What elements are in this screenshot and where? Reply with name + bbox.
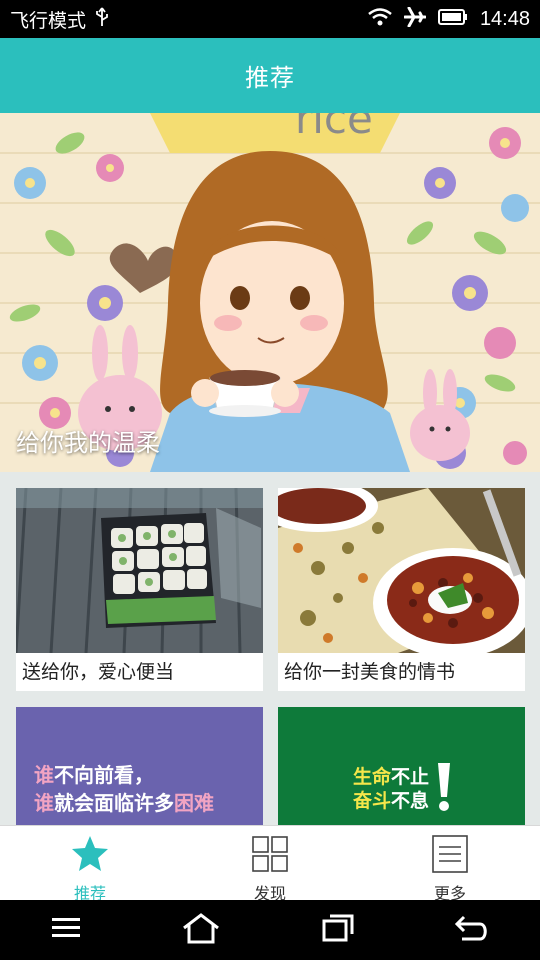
clock: 14:48 [479,7,530,30]
tab-discover[interactable]: 发现 [180,826,360,903]
exclamation-mark [438,763,450,811]
usb-icon [94,6,110,32]
battery-icon [437,8,468,30]
airplane-mode-label: 飞行模式 [10,9,87,32]
card-quote[interactable]: 谁不向前看， 谁就会面临许多困难 [16,707,263,825]
grid-icon [250,834,290,878]
menu-icon[interactable] [50,916,82,944]
star-icon [70,834,110,878]
motto-card: 生命不止 奋斗不息 [353,766,430,812]
bean-chili-bowl-photo [278,488,525,653]
status-bar: 飞行模式 14:48 [0,0,540,38]
banner-caption: 给你我的温柔 [16,429,160,457]
bottom-tab-bar: 推荐 发现 更多 [0,825,540,903]
card-title: 给你一封美食的情书 [284,661,456,683]
app-header: 推荐 [0,38,540,113]
featured-banner[interactable]: rice 给你我的温柔 [0,113,540,472]
wifi-icon [368,7,392,31]
tab-more[interactable]: 更多 [360,826,540,903]
home-icon[interactable] [181,912,221,948]
sushi-box-photo [16,488,263,653]
card-food-letter[interactable]: 给你一封美食的情书 [278,488,525,691]
card-bento[interactable]: 送给你，爱心便当 [16,488,263,691]
tab-recommend[interactable]: 推荐 [0,826,180,903]
quote-card: 谁不向前看， 谁就会面临许多困难 [34,763,214,815]
card-title: 送给你，爱心便当 [22,661,175,683]
system-nav-bar [0,900,540,960]
list-icon [430,834,470,878]
content-area[interactable]: rice 给你我的温柔 送给你，爱心便当 给你一封美食的情书 谁不向前看， 谁就… [0,113,540,825]
page-title: 推荐 [245,64,295,92]
ribbon-lettering: rice [295,113,373,143]
recent-apps-icon[interactable] [321,913,355,947]
card-motto[interactable]: 生命不止 奋斗不息 [278,707,525,825]
back-icon[interactable] [454,913,490,947]
airplane-icon [403,6,427,32]
banner-illustration: rice [0,113,540,472]
